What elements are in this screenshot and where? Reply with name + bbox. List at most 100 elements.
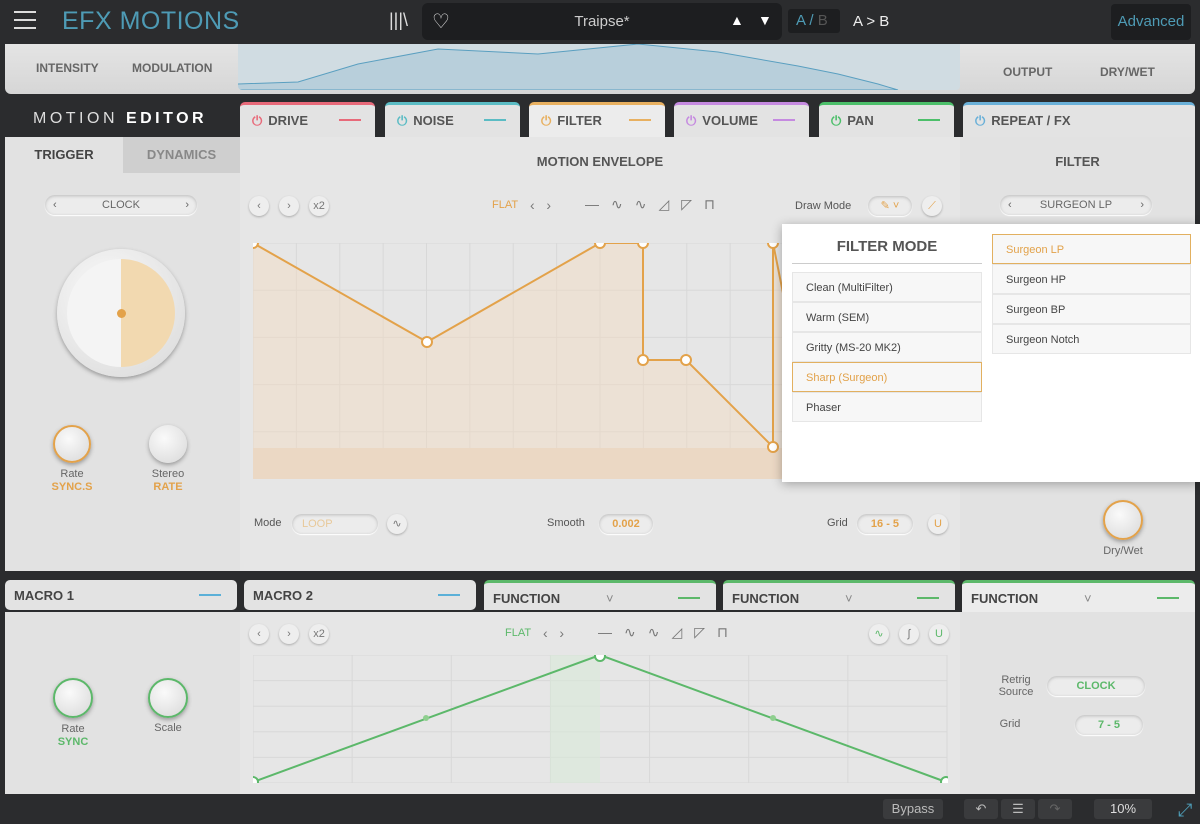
chevron-down-icon[interactable]: ˅ xyxy=(1084,591,1092,606)
undo-button[interactable]: ↶ xyxy=(964,799,998,819)
filter-mode-option[interactable]: Clean (MultiFilter) xyxy=(792,272,982,302)
filter-mode-option[interactable]: Warm (SEM) xyxy=(792,302,982,332)
smooth-value[interactable]: 0.002 xyxy=(599,514,653,534)
shape-preview-icon xyxy=(678,597,700,599)
filter-mode-option[interactable]: Sharp (Surgeon) xyxy=(792,362,982,392)
mode-selector[interactable]: LOOP xyxy=(292,514,378,534)
envelope-point[interactable] xyxy=(637,243,649,249)
function-graph[interactable] xyxy=(253,655,948,783)
bypass-button[interactable]: Bypass xyxy=(883,799,943,819)
tab-pan[interactable]: ⏻ PAN xyxy=(819,102,954,138)
draw-line-icon[interactable]: ⟋ xyxy=(922,196,942,216)
curve-handle[interactable] xyxy=(770,715,776,721)
macro-magnet-icon[interactable]: U xyxy=(929,624,949,644)
history-button[interactable]: ☰ xyxy=(1001,799,1035,819)
next-preset-button[interactable]: ▼ xyxy=(758,12,772,28)
macro-right-panel: Retrig Source CLOCK Grid 7 - 5 xyxy=(960,612,1195,794)
filter-type-selector[interactable]: ‹ SURGEON LP › xyxy=(1000,195,1152,215)
trigger-source-selector[interactable]: ‹ CLOCK › xyxy=(45,195,197,215)
ab-toggle[interactable]: A / B xyxy=(788,9,840,33)
copy-a-to-b-button[interactable]: A > B xyxy=(853,13,889,30)
shape-preview-icon xyxy=(1157,597,1179,599)
filter-type-option[interactable]: Surgeon LP xyxy=(992,234,1191,264)
tab-volume[interactable]: ⏻ VOLUME xyxy=(674,102,809,138)
tab-noise[interactable]: ⏻ NOISE xyxy=(385,102,520,138)
tab-trigger[interactable]: TRIGGER xyxy=(5,137,123,173)
function-point[interactable] xyxy=(940,776,948,783)
preset-name: Traipse* xyxy=(574,13,630,30)
macro-prev-shape-icon[interactable]: ‹ › xyxy=(543,625,564,641)
trigger-source-value: CLOCK xyxy=(102,199,140,211)
filter-drywet-knob[interactable] xyxy=(1103,500,1143,540)
flat-button[interactable]: FLAT xyxy=(492,199,518,211)
power-icon[interactable]: ⏻ xyxy=(831,113,841,128)
tab-filter[interactable]: ⏻ FILTER xyxy=(529,102,665,139)
scale-knob[interactable] xyxy=(148,678,188,718)
envelope-point[interactable] xyxy=(421,336,433,348)
macro-tab[interactable]: FUNCTION ˅ xyxy=(484,580,716,610)
macro-shape-presets[interactable]: —∿∿◿◸⊓ xyxy=(598,624,740,641)
envelope-point[interactable] xyxy=(767,441,779,453)
chevron-down-icon[interactable]: ˅ xyxy=(845,591,853,606)
previous-preset-button[interactable]: ▲ xyxy=(730,12,744,28)
grid-value[interactable]: 16 - 5 xyxy=(857,514,913,534)
power-icon[interactable]: ⏻ xyxy=(975,113,985,128)
function-point[interactable] xyxy=(594,655,606,662)
macro-shift-left-button[interactable]: ‹ xyxy=(249,624,269,644)
function-point[interactable] xyxy=(253,776,259,783)
macro-x2-button[interactable]: x2 xyxy=(309,624,329,644)
resize-icon[interactable]: ⤢ xyxy=(1178,800,1192,821)
macro-retrig-icon[interactable]: ∿ xyxy=(869,624,889,644)
macro-tab[interactable]: FUNCTION ˅ xyxy=(723,580,955,610)
shift-left-button[interactable]: ‹ xyxy=(249,196,269,216)
advanced-button[interactable]: Advanced xyxy=(1111,4,1191,40)
menu-icon[interactable] xyxy=(14,11,36,29)
curve-handle[interactable] xyxy=(423,715,429,721)
tab-dynamics[interactable]: DYNAMICS xyxy=(123,137,240,173)
draw-mode-selector[interactable]: ✎ ˅ xyxy=(868,196,912,216)
power-icon[interactable]: ⏻ xyxy=(397,113,407,128)
filter-mode-option[interactable]: Gritty (MS-20 MK2) xyxy=(792,332,982,362)
redo-button[interactable]: ↷ xyxy=(1038,799,1072,819)
macro-tab[interactable]: FUNCTION ˅ xyxy=(962,580,1195,613)
retrig-icon[interactable]: ∿ xyxy=(387,514,407,534)
motion-editor-title: MOTION EDITOR xyxy=(33,110,207,128)
envelope-point[interactable] xyxy=(767,243,779,249)
shape-presets[interactable]: —∿∿◿◸⊓ xyxy=(585,196,727,213)
envelope-graph[interactable] xyxy=(253,243,783,479)
rate-knob[interactable] xyxy=(53,425,91,463)
chevron-down-icon[interactable]: ˅ xyxy=(606,591,614,606)
macro-curve-icon[interactable]: ∫ xyxy=(899,624,919,644)
envelope-point[interactable] xyxy=(594,243,606,249)
a-label[interactable]: A xyxy=(796,12,805,29)
prev-shape-icon[interactable]: ‹ › xyxy=(530,197,551,213)
filter-type-option[interactable]: Surgeon HP xyxy=(992,264,1191,294)
shift-right-button[interactable]: › xyxy=(279,196,299,216)
rate-dial[interactable] xyxy=(57,249,185,377)
tab-label: PAN xyxy=(847,113,874,128)
library-icon[interactable]: |||\ xyxy=(389,10,408,31)
envelope-point[interactable] xyxy=(680,354,692,366)
macro-flat-button[interactable]: FLAT xyxy=(505,627,531,639)
tab-drive[interactable]: ⏻ DRIVE xyxy=(240,102,375,138)
macro-grid-value[interactable]: 7 - 5 xyxy=(1075,715,1143,735)
macro-rate-knob[interactable] xyxy=(53,678,93,718)
macro-shift-right-button[interactable]: › xyxy=(279,624,299,644)
envelope-point[interactable] xyxy=(637,354,649,366)
filter-type-option[interactable]: Surgeon BP xyxy=(992,294,1191,324)
preset-browser[interactable]: ♡ Traipse* ▲ ▼ xyxy=(422,3,782,40)
retrig-source-selector[interactable]: CLOCK xyxy=(1047,676,1145,696)
tab-label: NOISE xyxy=(413,113,454,128)
x2-button[interactable]: x2 xyxy=(309,196,329,216)
b-label[interactable]: B xyxy=(818,12,828,29)
macro-tab[interactable]: MACRO 1 xyxy=(5,580,237,610)
power-icon[interactable]: ⏻ xyxy=(686,113,696,128)
power-icon[interactable]: ⏻ xyxy=(541,113,551,128)
magnet-icon[interactable]: U xyxy=(928,514,948,534)
filter-mode-option[interactable]: Phaser xyxy=(792,392,982,422)
power-icon[interactable]: ⏻ xyxy=(252,113,262,128)
macro-tab[interactable]: MACRO 2 xyxy=(244,580,476,610)
tab-repeat-fx[interactable]: ⏻ REPEAT / FX xyxy=(963,102,1195,138)
filter-type-option[interactable]: Surgeon Notch xyxy=(992,324,1191,354)
stereo-knob[interactable] xyxy=(149,425,187,463)
